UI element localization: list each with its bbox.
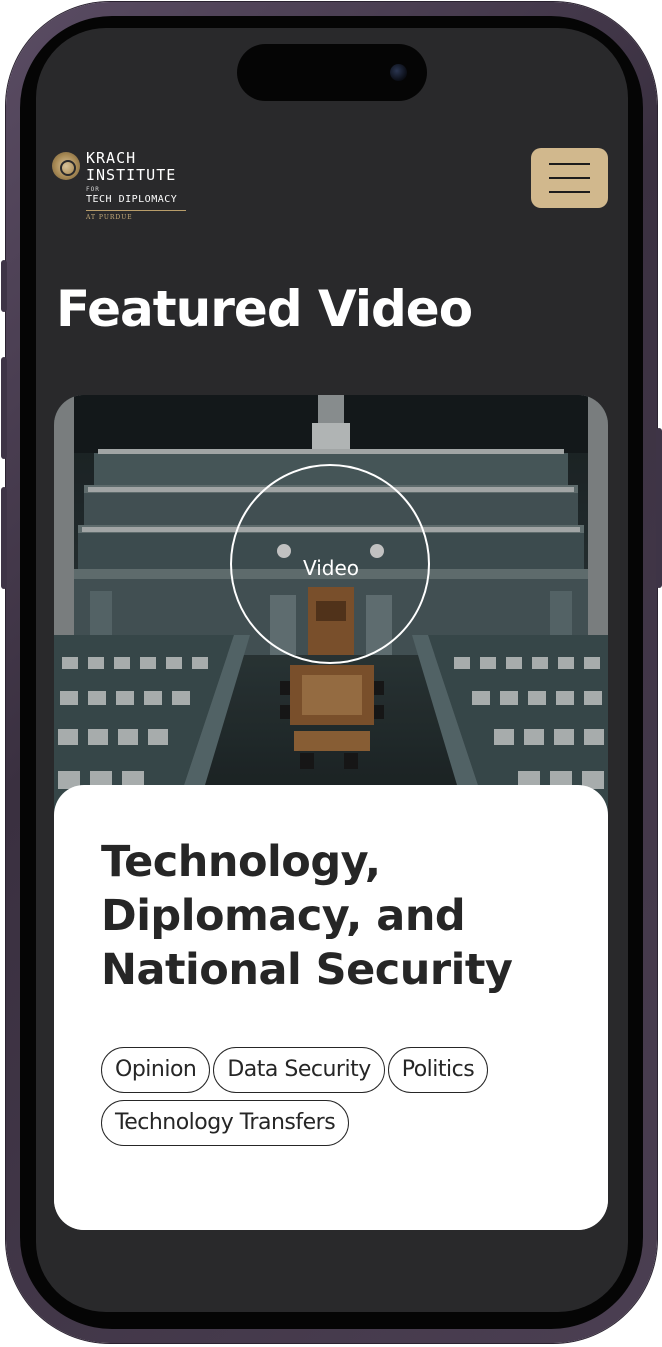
power-button bbox=[656, 428, 662, 588]
logo-divider bbox=[86, 210, 186, 211]
logo-line-institute: INSTITUTE bbox=[86, 166, 177, 184]
site-logo[interactable]: KRACH INSTITUTE FOR TECH DIPLOMACY AT PU… bbox=[52, 150, 202, 222]
volume-up-button bbox=[1, 357, 7, 459]
menu-button[interactable] bbox=[531, 148, 608, 208]
tag-list: Opinion Data Security Politics Technology T… bbox=[101, 1047, 561, 1153]
action-button bbox=[1, 260, 7, 312]
featured-video-card: Video Technology, Diplomacy, and Nationa… bbox=[54, 395, 608, 1230]
camera-icon bbox=[390, 64, 407, 81]
card-body: Technology, Diplomacy, and National Secu… bbox=[54, 785, 608, 1230]
tag-politics[interactable]: Politics bbox=[387, 1047, 489, 1093]
tag-data-security[interactable]: Data Security bbox=[213, 1047, 385, 1093]
play-video-label: Video bbox=[302, 556, 360, 580]
globe-logo-icon bbox=[52, 152, 80, 180]
tag-opinion[interactable]: Opinion bbox=[101, 1047, 211, 1093]
card-title[interactable]: Technology, Diplomacy, and National Secu… bbox=[101, 835, 531, 997]
tag-technology-transfers[interactable]: Technology Transfers bbox=[101, 1100, 350, 1146]
volume-down-button bbox=[1, 487, 7, 589]
logo-line-for: FOR bbox=[86, 186, 100, 193]
play-video-button[interactable]: Video bbox=[230, 464, 430, 664]
logo-line-krach: KRACH bbox=[86, 149, 137, 167]
screen: KRACH INSTITUTE FOR TECH DIPLOMACY AT PU… bbox=[36, 28, 628, 1312]
logo-line-purdue: AT PURDUE bbox=[86, 214, 133, 221]
logo-line-tech-diplomacy: TECH DIPLOMACY bbox=[86, 194, 178, 205]
section-title: Featured Video bbox=[56, 280, 473, 338]
dynamic-island bbox=[237, 44, 427, 101]
